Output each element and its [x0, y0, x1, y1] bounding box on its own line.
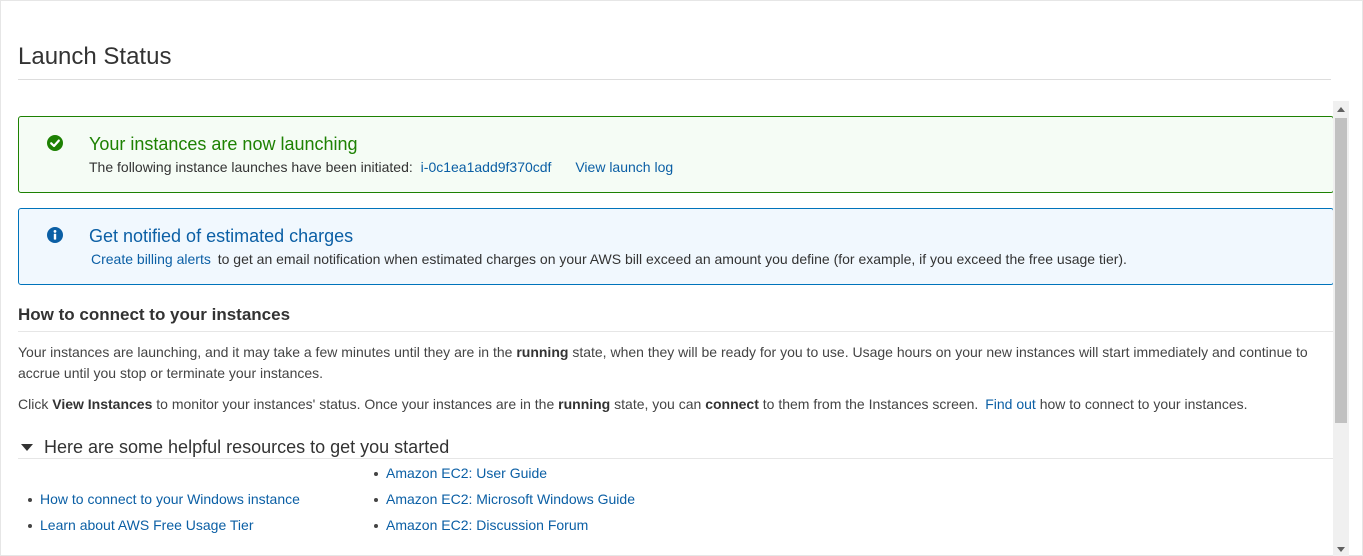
scroll-content: Your instances are now launching The fol…	[18, 101, 1351, 556]
instance-id-link[interactable]: i-0c1ea1add9f370cdf	[421, 159, 552, 175]
ec2-user-guide-link[interactable]: Amazon EC2: User Guide	[386, 465, 547, 481]
running-term: running	[516, 344, 569, 360]
paragraph-text: to monitor your instances' status. Once …	[156, 396, 555, 412]
vertical-scrollbar[interactable]	[1333, 101, 1349, 556]
resources-list-left: How to connect to your Windows instance …	[24, 489, 300, 541]
list-item: Amazon EC2: Discussion Forum	[370, 515, 635, 541]
connect-term: connect	[705, 396, 759, 412]
scrollbar-thumb[interactable]	[1335, 118, 1347, 423]
resources-list-right: Amazon EC2: User Guide Amazon EC2: Micro…	[370, 463, 635, 541]
list-item: How to connect to your Windows instance	[24, 489, 300, 515]
paragraph-text: Your instances are launching, and it may…	[18, 344, 513, 360]
paragraph-text: to them from the Instances screen.	[762, 396, 979, 412]
info-circle-icon	[47, 227, 63, 243]
resources-divider	[18, 458, 1334, 459]
resources-title: Here are some helpful resources to get y…	[44, 437, 450, 457]
scroll-up-arrow-icon[interactable]	[1333, 101, 1349, 117]
view-instances-paragraph: Click View Instances to monitor your ins…	[18, 394, 1328, 415]
billing-info-alert: Get notified of estimated charges Create…	[18, 208, 1334, 285]
ec2-windows-guide-link[interactable]: Amazon EC2: Microsoft Windows Guide	[386, 491, 635, 507]
windows-connect-link[interactable]: How to connect to your Windows instance	[40, 491, 300, 507]
find-out-link[interactable]: Find out	[985, 396, 1036, 412]
list-item: Amazon EC2: User Guide	[370, 463, 635, 489]
success-alert: Your instances are now launching The fol…	[18, 116, 1334, 193]
info-alert-text: to get an email notification when estima…	[217, 251, 1127, 267]
page-title: Launch Status	[18, 43, 172, 70]
resources-toggle[interactable]: Here are some helpful resources to get y…	[18, 437, 449, 458]
caret-down-icon	[21, 444, 33, 451]
success-alert-body: The following instance launches have bee…	[89, 159, 673, 175]
running-term: running	[558, 396, 611, 412]
view-instances-term: View Instances	[52, 396, 153, 412]
create-billing-alerts-link[interactable]: Create billing alerts	[91, 251, 211, 267]
list-item: Learn about AWS Free Usage Tier	[24, 515, 300, 541]
check-circle-icon	[47, 135, 63, 151]
free-usage-tier-link[interactable]: Learn about AWS Free Usage Tier	[40, 517, 253, 533]
list-item: Amazon EC2: Microsoft Windows Guide	[370, 489, 635, 515]
ec2-discussion-forum-link[interactable]: Amazon EC2: Discussion Forum	[386, 517, 588, 533]
scroll-down-arrow-icon[interactable]	[1333, 541, 1349, 556]
connect-section-title: How to connect to your instances	[18, 305, 291, 324]
paragraph-text: how to connect to your instances.	[1039, 396, 1248, 412]
info-alert-body: Create billing alerts to get an email no…	[89, 251, 1127, 267]
success-alert-title: Your instances are now launching	[89, 134, 358, 154]
view-launch-log-link[interactable]: View launch log	[575, 159, 673, 175]
connect-section-divider	[18, 331, 1334, 332]
paragraph-text: Click	[18, 396, 49, 412]
launch-status-panel: Launch Status Your instances are now lau…	[0, 0, 1363, 556]
launch-info-paragraph: Your instances are launching, and it may…	[18, 342, 1328, 384]
info-alert-title: Get notified of estimated charges	[89, 226, 354, 246]
success-alert-text: The following instance launches have bee…	[89, 159, 413, 175]
title-divider	[18, 79, 1331, 80]
paragraph-text: state, you can	[614, 396, 702, 412]
